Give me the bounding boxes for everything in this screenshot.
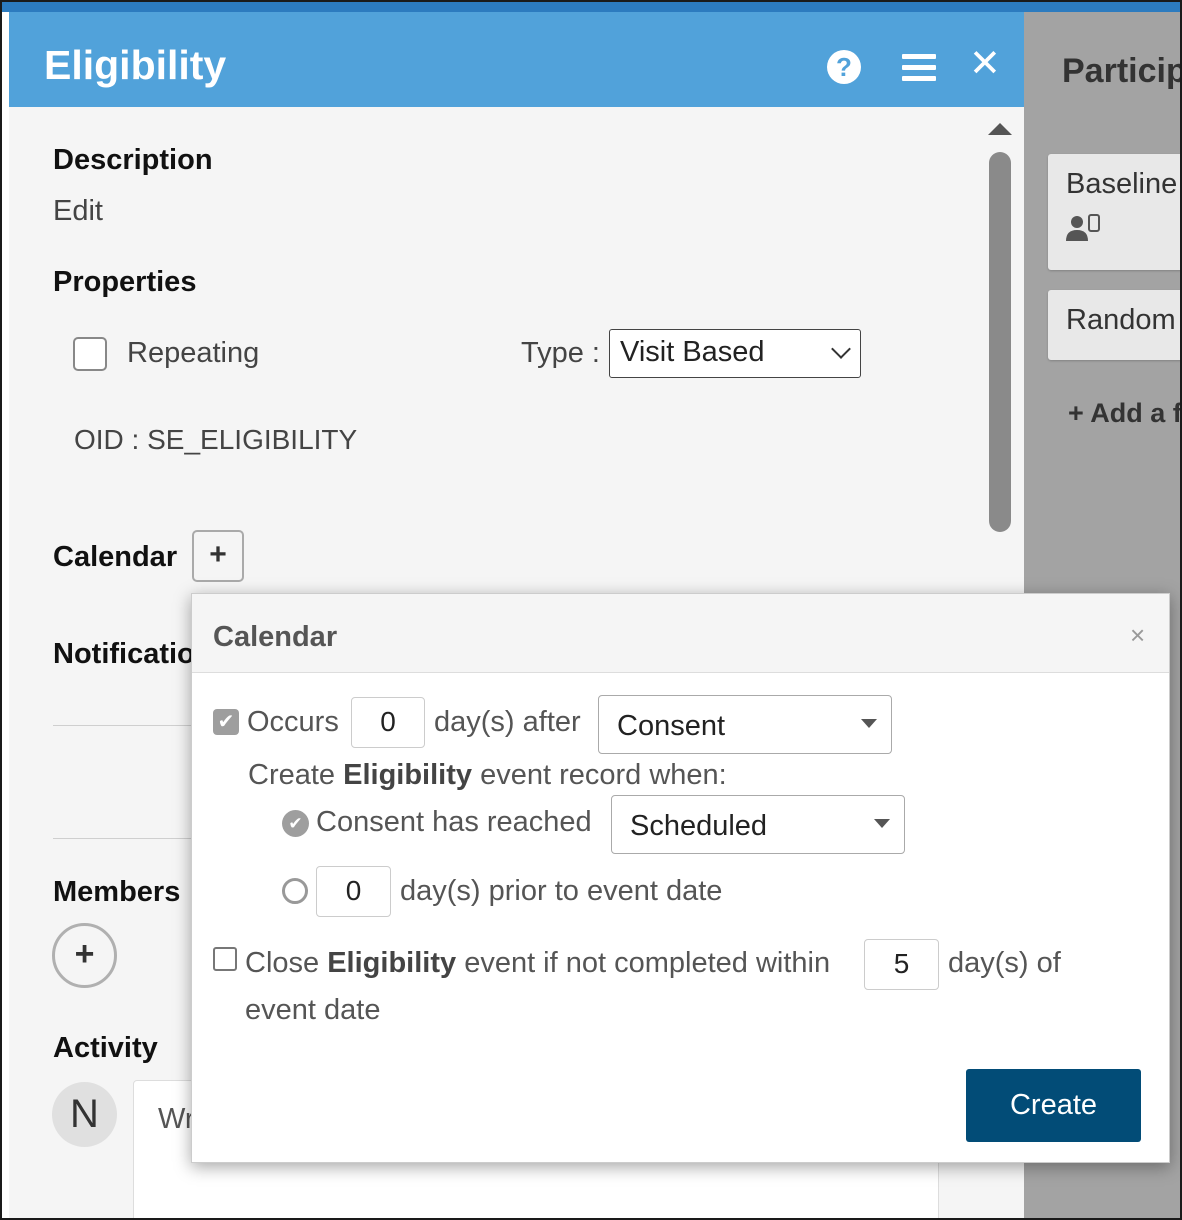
close-icon[interactable]: ✕ (969, 44, 1001, 84)
participant-device-icon (1066, 213, 1106, 243)
oid-label: OID : SE_ELIGIBILITY (74, 424, 358, 455)
prior-radio[interactable] (282, 878, 308, 904)
type-label: Type : (521, 337, 600, 369)
calendar-heading: Calendar (53, 541, 178, 573)
hamburger-menu-icon[interactable] (902, 54, 936, 82)
reached-label: Consent has reached (316, 806, 592, 838)
reached-status-value: Scheduled (630, 810, 768, 842)
reached-status-select[interactable]: Scheduled (611, 795, 905, 854)
board-card-baseline[interactable]: Baseline (1048, 154, 1180, 270)
panel-title: Eligibility (44, 42, 227, 88)
occurs-days-input[interactable]: 0 (351, 697, 425, 748)
chevron-down-icon (831, 339, 851, 359)
add-event-link[interactable]: + Add a f (1068, 398, 1180, 429)
scroll-up-arrow-icon[interactable] (988, 123, 1012, 135)
repeating-label: Repeating (127, 337, 260, 369)
close-event-checkbox[interactable] (213, 947, 237, 971)
occurs-checkbox[interactable]: ✔ (213, 709, 239, 735)
help-icon[interactable]: ? (827, 50, 861, 84)
add-calendar-button[interactable]: + (192, 530, 244, 582)
description-edit-link[interactable]: Edit (53, 195, 103, 228)
caret-down-icon (874, 819, 890, 828)
properties-heading: Properties (53, 266, 197, 298)
dialog-header: Calendar × (192, 594, 1169, 673)
prior-label: day(s) prior to event date (400, 875, 723, 907)
board-card-label: Baseline (1066, 168, 1178, 200)
members-heading: Members (53, 876, 181, 908)
close-rule-label: Close Eligibility event if not completed… (245, 947, 831, 979)
dialog-close-icon[interactable]: × (1130, 620, 1145, 651)
dialog-title: Calendar (213, 621, 338, 653)
reached-radio[interactable]: ✔ (282, 810, 309, 837)
board-card-label: Random (1066, 304, 1176, 336)
type-select[interactable]: Visit Based (609, 329, 861, 378)
board-title: Particip (1062, 52, 1182, 90)
add-member-button[interactable]: + (52, 923, 117, 988)
close-rule-line2: event date (245, 994, 381, 1026)
description-heading: Description (53, 144, 213, 176)
caret-down-icon (861, 719, 877, 728)
type-select-value: Visit Based (620, 336, 765, 368)
occurs-after-label: day(s) after (434, 706, 581, 738)
repeating-checkbox[interactable] (73, 337, 107, 371)
app-frame: Particip Baseline Random + Add a f Eligi… (0, 0, 1182, 1220)
prior-days-input[interactable]: 0 (316, 866, 391, 917)
occurs-label: Occurs (247, 706, 339, 738)
panel-header: Eligibility ? ✕ (9, 12, 1024, 107)
top-accent-bar (2, 2, 1180, 12)
board-card-random[interactable]: Random (1048, 290, 1180, 360)
create-button[interactable]: Create (966, 1069, 1141, 1142)
occurs-event-select[interactable]: Consent (598, 695, 892, 754)
create-when-label: Create Eligibility event record when: (248, 759, 727, 791)
calendar-dialog: Calendar × ✔ Occurs 0 day(s) after Conse… (191, 593, 1170, 1163)
avatar: N (52, 1082, 117, 1147)
activity-heading: Activity (53, 1032, 158, 1064)
close-rule-suffix: day(s) of (948, 947, 1061, 979)
close-days-input[interactable]: 5 (864, 939, 939, 990)
occurs-event-value: Consent (617, 710, 726, 742)
scrollbar-thumb[interactable] (989, 152, 1011, 532)
notifications-heading: Notificatio (53, 638, 195, 670)
